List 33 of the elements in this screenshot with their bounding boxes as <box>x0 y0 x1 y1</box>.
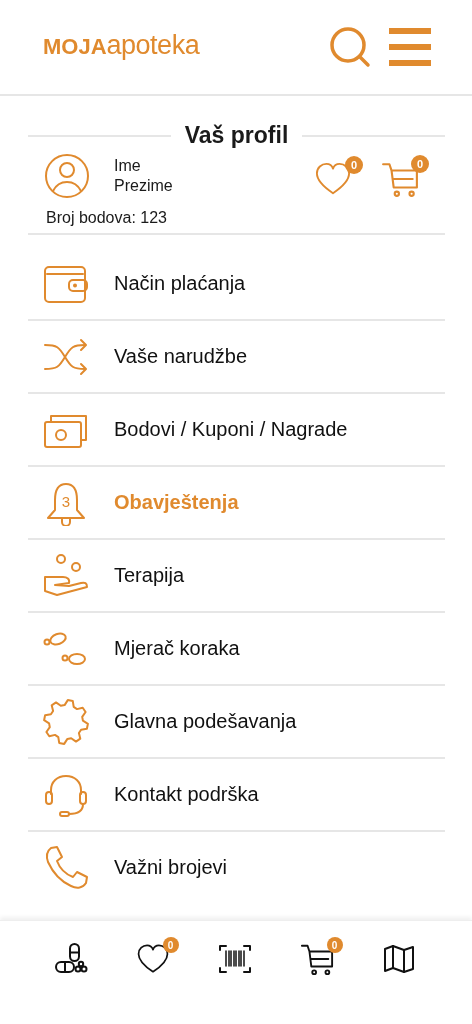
count-badge: 0 <box>162 937 179 953</box>
search-button[interactable] <box>329 26 371 68</box>
avatar-icon <box>44 153 90 199</box>
profile-title: Vaš profil <box>184 122 289 149</box>
count-badge: 0 <box>326 937 343 953</box>
phone-icon <box>43 844 89 891</box>
cart-icon <box>299 942 334 976</box>
menu-item[interactable]: Način plaćanja <box>28 248 445 321</box>
first-name: Ime <box>114 156 142 176</box>
points-text: Broj bodova: 123 <box>46 209 168 227</box>
menu-item[interactable]: Važni brojevi <box>28 832 445 903</box>
menu-item[interactable]: Kontakt podrška <box>28 759 445 832</box>
heart-icon <box>313 160 353 197</box>
menu-item[interactable]: Vaše narudžbe <box>28 321 445 394</box>
gear-icon <box>43 698 89 745</box>
wallet-icon <box>43 263 89 304</box>
menu-item[interactable]: Bodovi / Kuponi / Nagrade <box>28 394 445 467</box>
barcode-icon <box>217 942 252 976</box>
map-icon <box>381 942 416 976</box>
shuffle-icon <box>43 336 89 377</box>
menu-item[interactable]: Glavna podešavanja <box>28 686 445 759</box>
menu-button[interactable] <box>389 28 431 66</box>
count-badge: 0 <box>345 155 363 174</box>
notification-count: 3 <box>60 492 72 510</box>
last-name: Prezime <box>114 176 174 196</box>
search-icon <box>329 26 371 68</box>
menu-item[interactable]: Mjerač koraka <box>28 613 445 686</box>
count-badge: 0 <box>411 154 429 173</box>
pills-icon <box>53 942 88 976</box>
menu-icon <box>389 28 431 66</box>
menu-item[interactable]: Terapija <box>28 540 445 613</box>
app-logo: MOJAapoteka <box>43 29 201 61</box>
hand-coins-icon <box>43 552 89 599</box>
